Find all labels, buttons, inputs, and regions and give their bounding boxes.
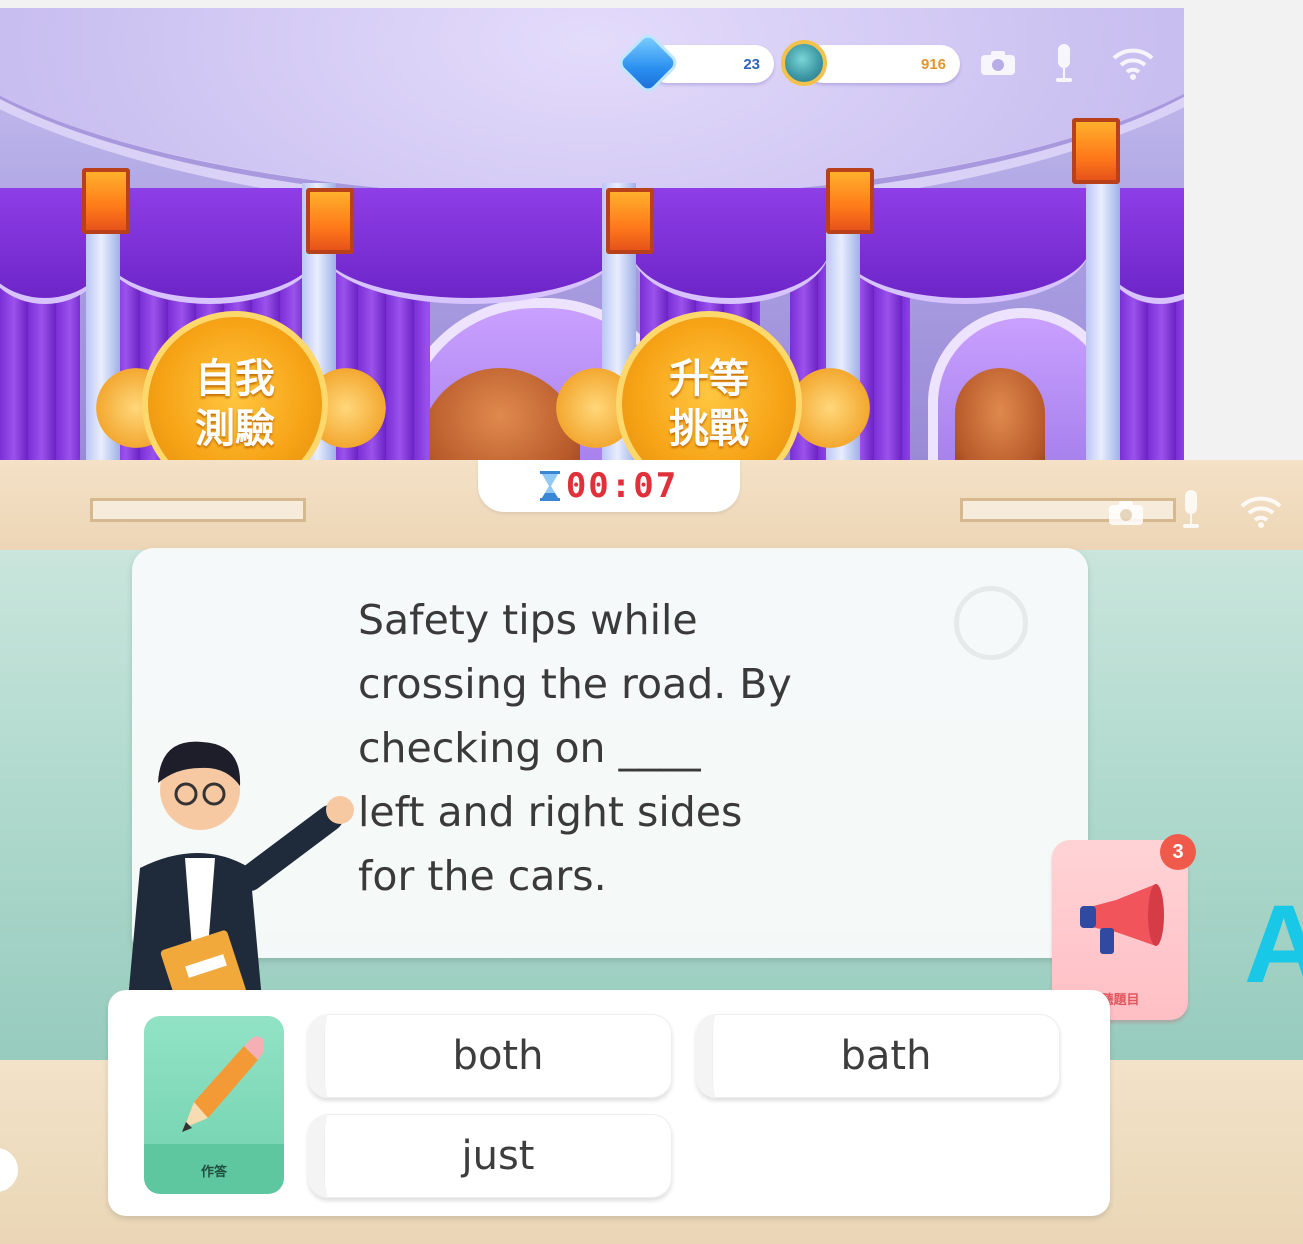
trophy-points: 916 — [920, 55, 946, 73]
timer-text: 00:07 — [565, 466, 679, 506]
pencil-icon — [182, 1036, 264, 1132]
listen-count-badge: 3 — [1160, 834, 1196, 870]
hourglass-icon — [539, 471, 560, 501]
quiz-screen: 00:07 Safety tips while crossing the roa… — [0, 460, 1303, 1244]
wifi-icon — [1112, 48, 1154, 80]
medal-label-line2: 測驗 — [195, 406, 275, 452]
trophy-icon — [781, 40, 827, 86]
answer-label: 作答 — [200, 1165, 227, 1180]
clock-icon — [954, 586, 1028, 660]
medal-label-line2: 挑戰 — [669, 406, 749, 452]
lobby-screen: 23 916 自我 測驗 升等 挑戰 — [0, 8, 1184, 460]
answer-button[interactable]: 作答 — [144, 1016, 284, 1194]
camera-icon[interactable] — [1108, 500, 1144, 526]
answer-option[interactable]: both — [308, 1014, 672, 1098]
medal-label-line1: 升等 — [669, 356, 749, 402]
lantern — [826, 168, 874, 234]
microphone-icon[interactable] — [1180, 490, 1202, 530]
answer-option[interactable]: bath — [696, 1014, 1060, 1098]
right-door — [955, 368, 1045, 460]
timer: 00:07 — [478, 460, 740, 512]
megaphone-icon — [1080, 884, 1164, 954]
pillar — [1086, 183, 1120, 460]
ceiling-light — [90, 498, 306, 522]
question-text: Safety tips while crossing the road. By … — [358, 596, 792, 900]
ceiling-ring — [0, 8, 1184, 204]
lantern — [82, 168, 130, 234]
medal-label-line1: 自我 — [195, 356, 275, 402]
answer-option[interactable]: just — [308, 1114, 672, 1198]
wifi-icon — [1240, 496, 1282, 528]
drape — [840, 188, 1090, 304]
camera-icon[interactable] — [980, 50, 1016, 76]
drape — [320, 188, 620, 304]
overlay-letter: A — [1244, 883, 1303, 1006]
drape — [100, 188, 320, 304]
gem-count: 23 — [743, 55, 760, 73]
drape — [630, 188, 830, 304]
lantern — [1072, 118, 1120, 184]
answer-panel: 作答 both bath just — [108, 990, 1110, 1216]
trophy-counter: 916 — [804, 45, 960, 83]
wing-right — [790, 368, 870, 448]
lantern — [606, 188, 654, 254]
lantern — [306, 188, 354, 254]
microphone-icon[interactable] — [1053, 44, 1075, 84]
